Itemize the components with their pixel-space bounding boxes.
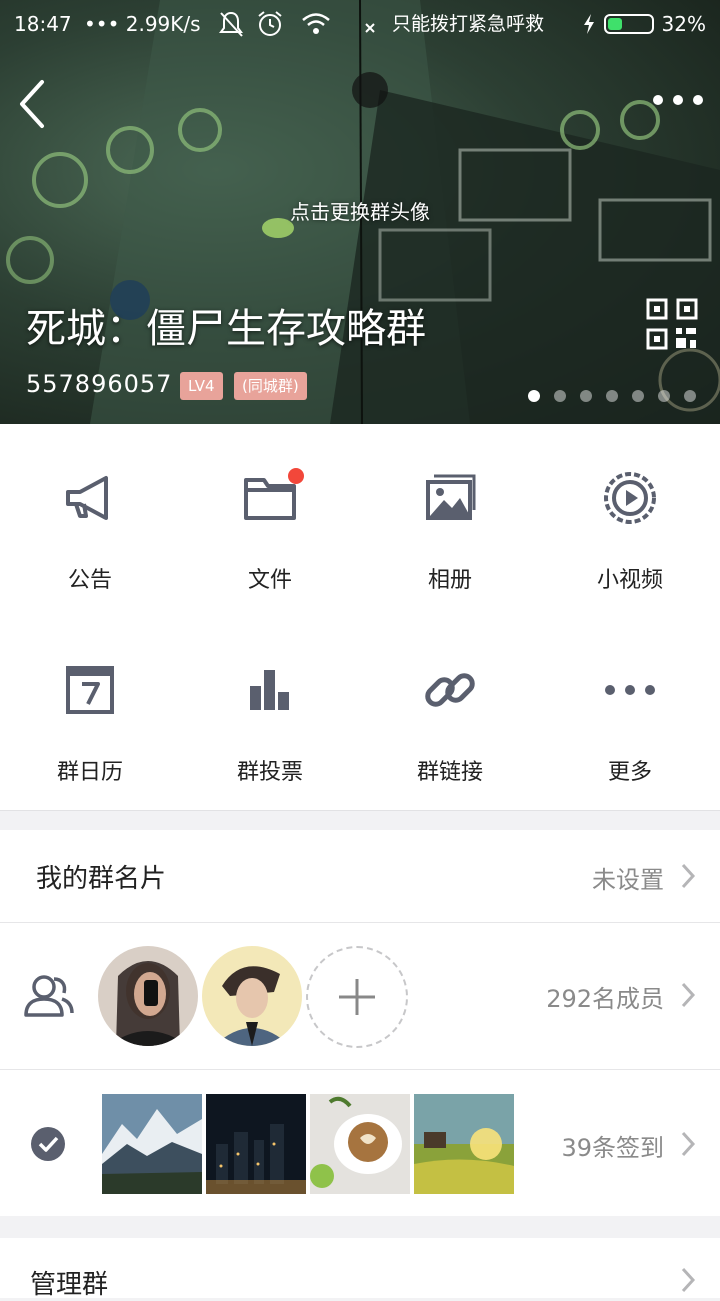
checkin-photo[interactable] xyxy=(414,1094,514,1194)
add-member-button[interactable] xyxy=(306,946,408,1048)
announcement-label: 公告 xyxy=(67,568,112,593)
more-features-button[interactable]: 更多 xyxy=(540,616,720,796)
notification-muted-icon xyxy=(219,11,243,37)
calendar-label: 群日历 xyxy=(56,760,123,785)
my-group-card-label: 我的群名片 xyxy=(36,864,167,894)
clock-text: 18:47 xyxy=(14,12,72,36)
overflow-dots-icon: ••• xyxy=(84,12,120,36)
chevron-right-icon xyxy=(681,1131,696,1157)
status-bar: 18:47 ••• 2.99K/s 只能拨打紧急呼救 32% xyxy=(0,0,720,48)
member-avatar[interactable] xyxy=(98,946,198,1046)
group-link-button[interactable]: 群链接 xyxy=(360,616,540,796)
vote-button[interactable]: 群投票 xyxy=(180,616,360,796)
more-options-button[interactable] xyxy=(652,88,704,112)
page-dot[interactable] xyxy=(528,390,540,402)
group-link-label: 群链接 xyxy=(416,760,483,785)
qr-code-icon[interactable] xyxy=(646,298,698,350)
page-dot[interactable] xyxy=(658,390,670,402)
battery-icon xyxy=(603,14,654,34)
calendar-button[interactable]: 群日历 xyxy=(0,616,180,796)
member-avatar[interactable] xyxy=(202,946,302,1046)
checkin-photo[interactable] xyxy=(310,1094,410,1194)
photo-album-icon xyxy=(426,474,476,520)
megaphone-icon xyxy=(66,476,108,520)
page-dot[interactable] xyxy=(554,390,566,402)
announcement-button[interactable]: 公告 xyxy=(0,424,180,604)
carrier-text: 只能拨打紧急呼救 xyxy=(392,13,545,35)
short-video-button[interactable]: 小视频 xyxy=(540,424,720,604)
bar-chart-icon xyxy=(250,670,289,710)
plus-icon xyxy=(339,979,375,1015)
page-dot[interactable] xyxy=(606,390,618,402)
group-name: 死城：僵尸生存攻略群 xyxy=(26,306,426,352)
alarm-icon xyxy=(258,11,282,36)
page-dot[interactable] xyxy=(632,390,644,402)
battery-area: 32% xyxy=(582,0,706,48)
members-icon xyxy=(24,975,74,1017)
status-time: 18:47 ••• 2.99K/s xyxy=(14,0,201,48)
group-header: 18:47 ••• 2.99K/s 只能拨打紧急呼救 32% 点击更换群头像 死… xyxy=(0,0,720,424)
more-dots-icon xyxy=(605,685,655,695)
checkin-count: 39条签到 xyxy=(561,1134,664,1162)
no-signal-icon xyxy=(365,23,375,33)
level-tag: LV4 xyxy=(180,372,223,400)
back-button[interactable] xyxy=(14,76,54,132)
feature-grid: 公告 文件 相册 小视频 群日历 群投票 群链接 更多 xyxy=(0,424,720,811)
album-label: 相册 xyxy=(427,568,472,593)
files-label: 文件 xyxy=(247,568,292,593)
more-features-label: 更多 xyxy=(607,760,652,785)
change-avatar-hint[interactable]: 点击更换群头像 xyxy=(0,196,720,225)
checkin-shield-icon xyxy=(31,1127,65,1161)
net-speed-text: 2.99K/s xyxy=(125,12,201,36)
checkin-photo[interactable] xyxy=(102,1094,202,1194)
video-icon xyxy=(604,472,656,524)
chevron-right-icon xyxy=(681,982,696,1008)
page-dot[interactable] xyxy=(684,390,696,402)
chevron-right-icon xyxy=(681,1267,696,1293)
battery-percent: 32% xyxy=(661,12,706,36)
album-button[interactable]: 相册 xyxy=(360,424,540,604)
group-type-tag: (同城群) xyxy=(234,372,307,400)
page-indicator xyxy=(528,390,696,402)
group-id: 557896057 xyxy=(26,370,173,398)
link-icon xyxy=(425,673,475,707)
files-button[interactable]: 文件 xyxy=(180,424,360,604)
checkin-photo[interactable] xyxy=(206,1094,306,1194)
vote-label: 群投票 xyxy=(236,760,303,785)
charging-icon xyxy=(583,14,594,34)
manage-group-row[interactable]: 管理群 xyxy=(0,1238,720,1300)
wifi-icon xyxy=(302,13,330,34)
files-new-badge xyxy=(288,468,304,484)
my-group-card-value: 未设置 xyxy=(592,866,664,894)
my-group-card-row[interactable]: 我的群名片 未设置 xyxy=(0,830,720,922)
page-dot[interactable] xyxy=(580,390,592,402)
calendar-icon xyxy=(66,666,114,714)
member-count: 292名成员 xyxy=(546,985,664,1013)
manage-group-label: 管理群 xyxy=(30,1270,109,1300)
chevron-right-icon xyxy=(681,863,696,889)
short-video-label: 小视频 xyxy=(596,568,663,593)
